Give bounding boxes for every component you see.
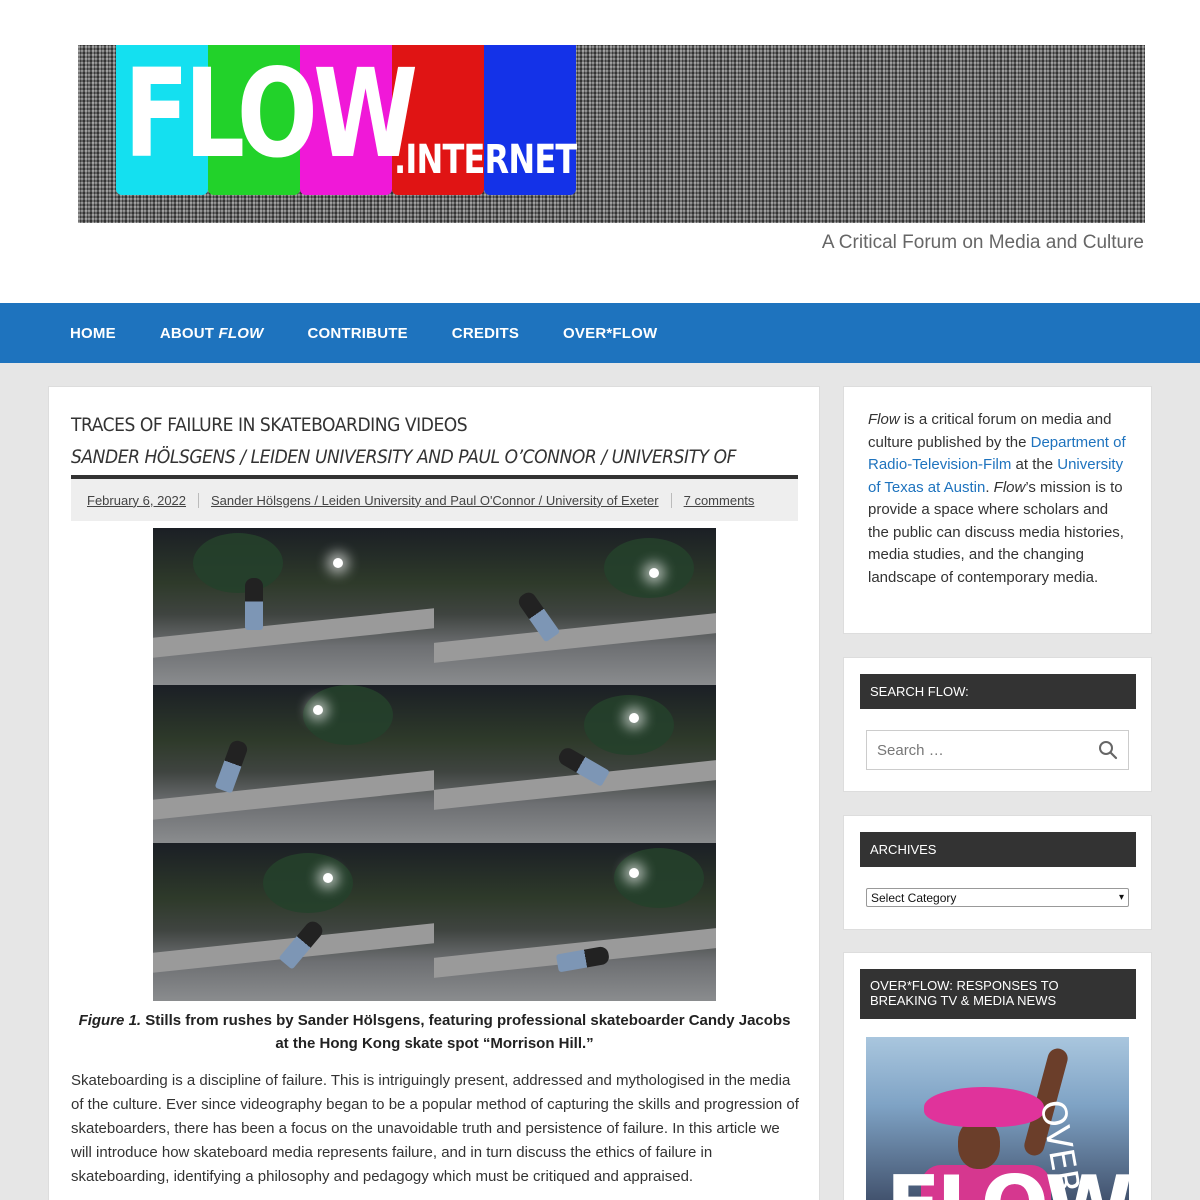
article-title: TRACES OF FAILURE IN SKATEBOARDING VIDEO…	[71, 414, 468, 436]
nav-label: CREDITS	[451, 324, 520, 342]
figure-label: Figure 1.	[78, 1012, 142, 1029]
about-flow-italic: Flow	[868, 411, 900, 428]
still-ledge	[153, 770, 434, 820]
main-navigation: HOME ABOUT FLOW CONTRIBUTE CREDITS OVER*…	[0, 303, 1200, 363]
still-light	[313, 705, 323, 715]
promo-figure-hat	[924, 1087, 1044, 1127]
search-placeholder: Search …	[877, 741, 944, 759]
still-image-6	[434, 843, 716, 1001]
article-card: TRACES OF FAILURE IN SKATEBOARDING VIDEO…	[48, 386, 820, 1200]
site-logo-banner[interactable]: FLOW .INTERNET	[78, 45, 1145, 223]
article-meta: February 6, 2022 Sander Hölsgens / Leide…	[71, 479, 798, 521]
nav-label-italic: FLOW	[218, 324, 264, 342]
sidebar-archives-widget: ARCHIVES Select Category ▾	[843, 815, 1152, 930]
sidebar-search-widget: SEARCH FLOW: Search …	[843, 657, 1152, 792]
still-foliage	[614, 848, 704, 908]
about-flow-italic: Flow	[993, 478, 1026, 496]
post-date-link[interactable]: February 6, 2022	[87, 492, 200, 508]
figure-caption-text: Stills from rushes by Sander Hölsgens, f…	[141, 1012, 791, 1052]
site-tagline: A Critical Forum on Media and Culture	[821, 232, 1144, 253]
post-author-link[interactable]: Sander Hölsgens / Leiden University and …	[211, 492, 672, 508]
still-foliage	[303, 685, 393, 745]
overflow-widget-title: OVER*FLOW: RESPONSES TO BREAKING TV & ME…	[860, 969, 1136, 1019]
search-icon[interactable]	[1098, 740, 1118, 760]
still-skater	[214, 738, 250, 794]
about-text: .	[985, 478, 994, 496]
still-image-5	[153, 843, 434, 1001]
search-widget-title: SEARCH FLOW:	[860, 674, 1136, 709]
nav-label: HOME	[70, 324, 116, 342]
still-foliage	[193, 533, 283, 593]
still-light	[629, 713, 639, 723]
search-input[interactable]: Search …	[866, 730, 1129, 770]
chevron-down-icon: ▾	[1118, 892, 1124, 903]
sidebar-overflow-widget: OVER*FLOW: RESPONSES TO BREAKING TV & ME…	[843, 952, 1152, 1200]
nav-item-overflow[interactable]: OVER*FLOW	[541, 325, 679, 342]
about-text: at the	[1011, 456, 1058, 473]
nav-label: ABOUT	[159, 324, 219, 342]
still-ledge	[434, 613, 716, 663]
still-image-1	[153, 528, 434, 685]
category-select-value: Select Category	[871, 890, 957, 905]
still-light	[629, 868, 639, 878]
nav-item-home[interactable]: HOME	[48, 325, 138, 342]
still-foliage	[584, 695, 674, 755]
still-image-3	[153, 685, 434, 843]
archives-widget-title: ARCHIVES	[860, 832, 1136, 867]
post-comments-link[interactable]: 7 comments	[684, 493, 767, 508]
nav-item-about[interactable]: ABOUT FLOW	[138, 325, 286, 342]
logo-suffix: .INTERNET	[394, 137, 577, 183]
still-skater	[245, 578, 263, 630]
still-foliage	[604, 538, 694, 598]
still-image-2	[434, 528, 716, 685]
nav-item-contribute[interactable]: CONTRIBUTE	[285, 325, 429, 342]
still-foliage	[263, 853, 353, 913]
still-ledge	[153, 608, 434, 658]
still-image-4	[434, 685, 716, 843]
overflow-promo-image[interactable]: FLOW OVER	[866, 1037, 1129, 1200]
article-body: Skateboarding is a discipline of failure…	[71, 1072, 799, 1185]
figure-caption: Figure 1. Stills from rushes by Sander H…	[71, 1009, 798, 1055]
figure-stills-grid[interactable]	[153, 528, 716, 1001]
nav-label: OVER*FLOW	[563, 324, 658, 342]
category-select[interactable]: Select Category ▾	[866, 888, 1129, 907]
still-light	[649, 568, 659, 578]
logo-text: FLOW	[124, 45, 418, 185]
site-header: FLOW .INTERNET A Critical Forum on Media…	[0, 0, 1200, 303]
nav-item-credits[interactable]: CREDITS	[430, 325, 541, 342]
promo-flow-word: FLOW	[886, 1159, 1129, 1200]
sidebar-about-widget: Flow is a critical forum on media and cu…	[843, 386, 1152, 634]
still-light	[323, 873, 333, 883]
still-light	[333, 558, 343, 568]
nav-label: CONTRIBUTE	[307, 324, 408, 342]
